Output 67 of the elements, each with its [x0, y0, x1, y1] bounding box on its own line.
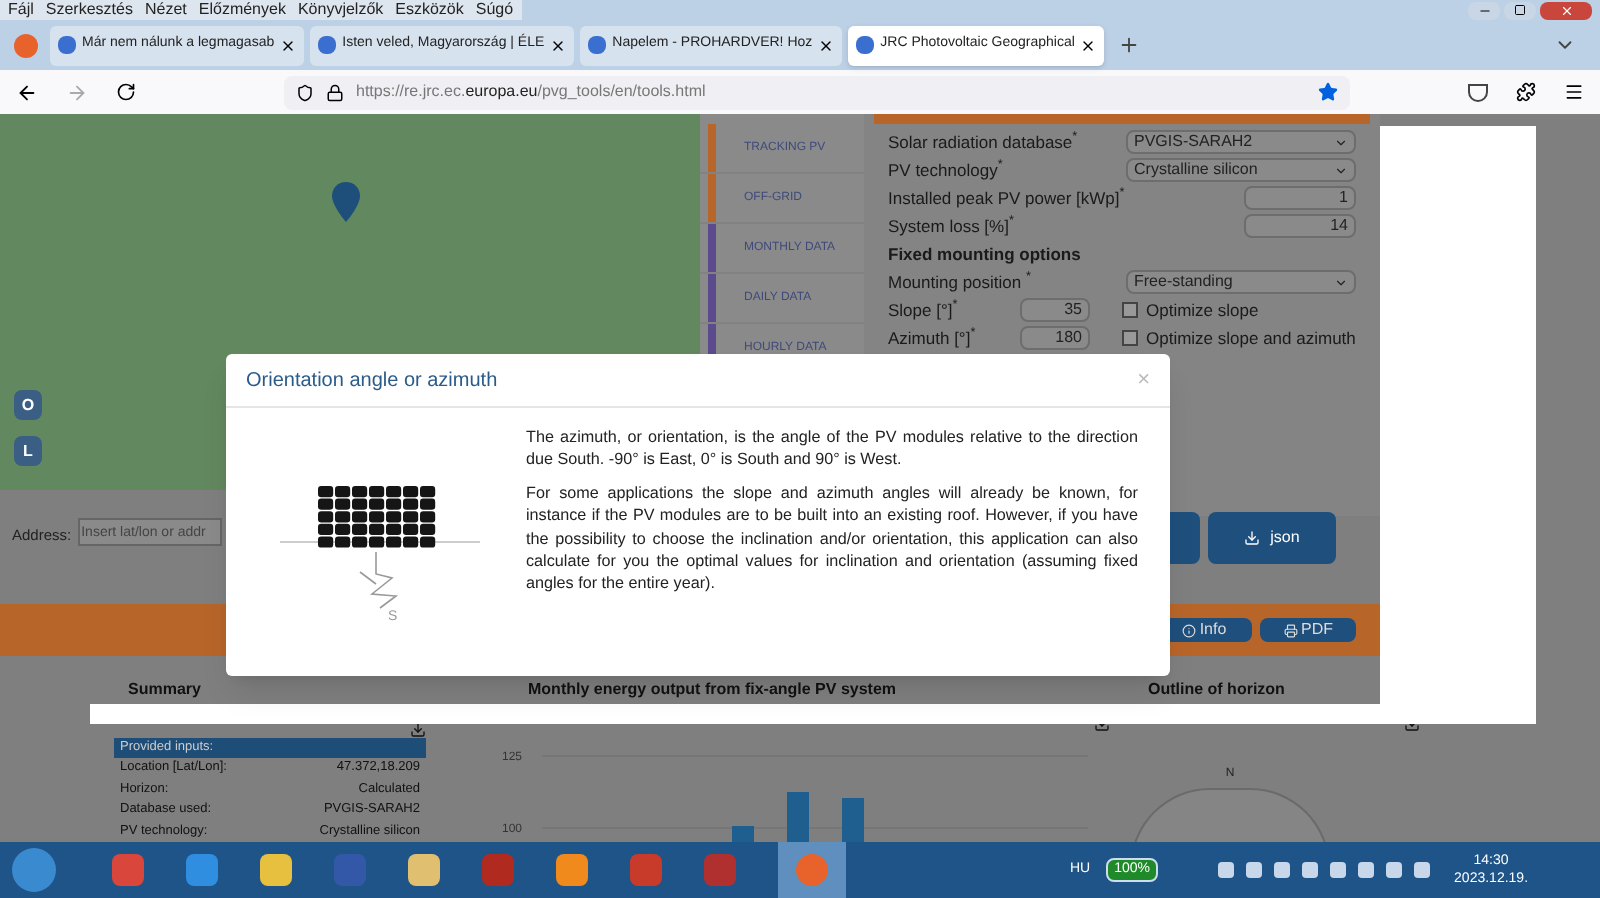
menu-item[interactable]: Eszközök: [395, 2, 464, 18]
download-icon: [1244, 530, 1261, 546]
panel-title: Monthly energy output from fix-angle PV system: [528, 680, 899, 698]
new-tab-icon[interactable]: [1118, 34, 1141, 56]
select-field[interactable]: Crystalline silicon: [1126, 158, 1356, 182]
close-icon[interactable]: [550, 37, 567, 53]
taskbar-app-icon[interactable]: [408, 854, 440, 886]
url-field[interactable]: https://re.jrc.ec.europa.eu/pvg_tools/en/tools.html: [284, 75, 1350, 109]
panel-title: Outline of horizon: [1148, 680, 1285, 698]
menu-item[interactable]: Nézet: [144, 2, 187, 18]
menu-item[interactable]: Súgó: [475, 2, 514, 18]
checkbox-label: Optimize slope and azimuth: [1146, 325, 1356, 351]
map-layer-button[interactable]: O: [14, 390, 42, 420]
input-field[interactable]: 1: [1244, 186, 1356, 210]
maximize-button[interactable]: [1504, 1, 1536, 19]
section-heading: Fixed mounting options: [888, 241, 1081, 267]
menu-item[interactable]: Könyvjelzők: [297, 2, 384, 18]
extensions-icon[interactable]: [1516, 82, 1536, 102]
select-field[interactable]: PVGIS-SARAH2: [1126, 130, 1356, 154]
pocket-icon[interactable]: [1468, 83, 1488, 101]
lock-icon[interactable]: [326, 83, 344, 101]
dropdown-caret-icon: [1334, 275, 1348, 289]
map-layer-button[interactable]: L: [14, 436, 42, 466]
favicon-icon: [318, 36, 337, 54]
close-icon[interactable]: [1080, 37, 1097, 53]
checkbox-label: Optimize slope: [1146, 297, 1259, 323]
url-text: https://re.jrc.ec.europa.eu/pvg_tools/en/tools.html: [356, 80, 708, 104]
field-label: Solar radiation database$^{*}$: [888, 129, 1078, 155]
info-icon: [1181, 623, 1196, 637]
field-label: Installed peak PV power [kWp]$^{*}$: [888, 185, 1125, 211]
minimize-button[interactable]: [1468, 1, 1500, 19]
panel-title: Summary: [128, 680, 203, 698]
input-field[interactable]: 35: [1020, 298, 1090, 322]
field-label: Slope [°]$^{*}$: [888, 297, 960, 323]
start-button[interactable]: [12, 848, 56, 892]
maximize-icon: [1514, 4, 1526, 16]
menu-item[interactable]: Előzmények: [198, 2, 286, 18]
checkbox[interactable]: [1122, 330, 1138, 346]
printer-icon: [1283, 623, 1297, 637]
menu-item[interactable]: Fájl: [8, 2, 34, 18]
close-icon[interactable]: [280, 37, 297, 53]
select-field[interactable]: Free-standing: [1126, 270, 1356, 294]
taskbar-app-icon[interactable]: [260, 854, 292, 886]
back-icon[interactable]: [16, 81, 38, 103]
field-label: System loss [%]$^{*}$: [888, 213, 1014, 239]
map-pin-icon: [332, 182, 360, 222]
bookmark-star-icon[interactable]: [1318, 82, 1338, 102]
menu-icon[interactable]: [1564, 82, 1584, 102]
close-icon[interactable]: [818, 37, 835, 53]
checkbox[interactable]: [1122, 302, 1138, 318]
reload-icon[interactable]: [116, 82, 136, 102]
download-icon[interactable]: [410, 722, 426, 738]
taskbar-app-icon[interactable]: [556, 854, 588, 886]
result-button[interactable]: PDF: [1260, 618, 1356, 642]
favicon-icon: [58, 36, 76, 54]
favicon-icon: [856, 36, 875, 54]
dialog-title: Orientation angle or azimuth: [246, 367, 498, 395]
input-field[interactable]: 180: [1020, 326, 1090, 350]
close-icon: [1559, 3, 1573, 17]
shield-icon[interactable]: [296, 83, 314, 101]
input-field[interactable]: 14: [1244, 214, 1356, 238]
export-button[interactable]: json: [1208, 512, 1336, 564]
field-label: PV technology$^{*}$: [888, 157, 1003, 183]
field-label: Mounting position $^{*}$: [888, 269, 1031, 295]
favicon-icon: [588, 36, 607, 54]
menu-item[interactable]: Szerkesztés: [45, 2, 133, 18]
field-label: Azimuth [°]$^{*}$: [888, 325, 978, 351]
